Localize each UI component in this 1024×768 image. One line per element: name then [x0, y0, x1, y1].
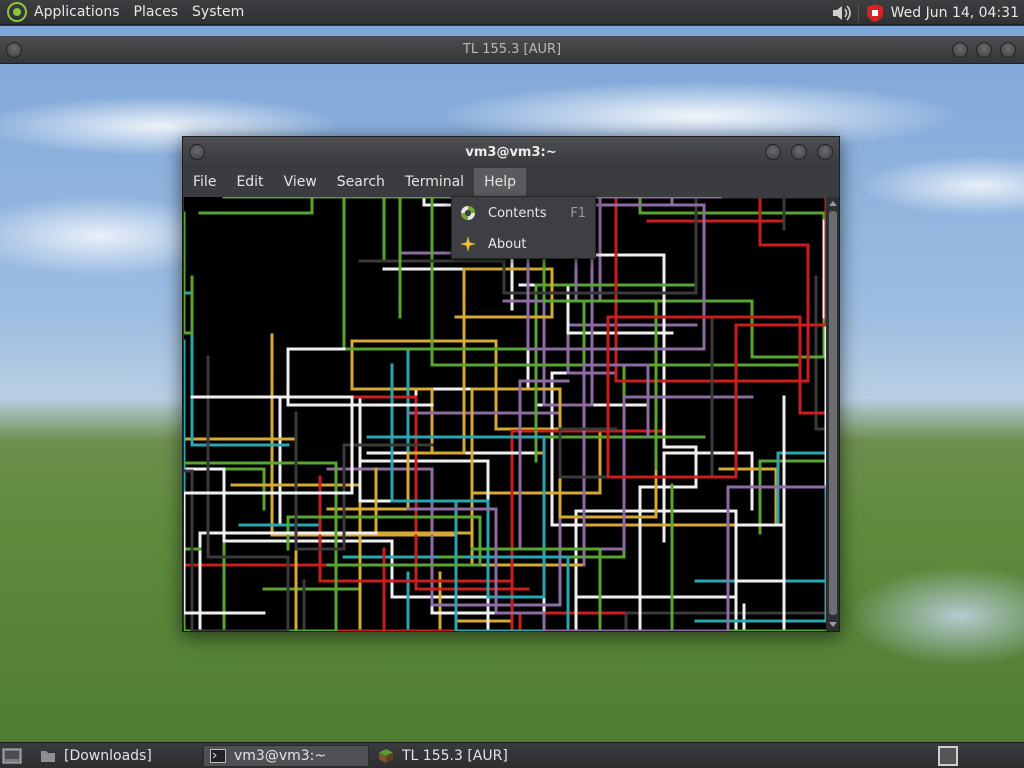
window-menu-button[interactable]	[6, 41, 22, 58]
terminal-icon	[210, 749, 226, 763]
menu-view[interactable]: View	[274, 168, 327, 196]
pipe-segment	[606, 197, 826, 479]
menu-places[interactable]: Places	[134, 4, 179, 20]
terminal-titlebar[interactable]: vm3@vm3:~	[183, 137, 839, 167]
background-window-titlebar[interactable]: TL 155.3 [AUR]	[0, 36, 1024, 64]
window-menu-button[interactable]	[189, 144, 205, 160]
pipe-segment	[294, 411, 434, 551]
pipe-segment	[184, 211, 194, 335]
shortcut-label: F1	[570, 205, 586, 221]
taskbar-item-label: [Downloads]	[64, 748, 152, 764]
minecraft-block-icon	[379, 749, 393, 763]
tray-separator	[857, 3, 859, 22]
close-button[interactable]	[817, 144, 833, 160]
background-window-title: TL 155.3 [AUR]	[462, 42, 562, 57]
taskbar-item-terminal[interactable]: vm3@vm3:~	[203, 745, 369, 767]
maximize-button[interactable]	[976, 41, 992, 58]
pipe-segment	[614, 197, 802, 383]
taskbar-item-label: TL 155.3 [AUR]	[402, 748, 508, 764]
pipe-segment	[662, 451, 754, 543]
pipe-segment	[582, 363, 650, 567]
scroll-up-arrow-icon[interactable]	[829, 201, 837, 206]
menu-applications[interactable]: Applications	[34, 4, 120, 20]
volume-icon[interactable]	[830, 3, 852, 23]
scrollbar-thumb[interactable]	[829, 211, 837, 615]
pipe-segment	[184, 339, 322, 527]
terminal-menubar: File Edit View Search Terminal Help	[183, 167, 839, 197]
help-menu-item-label: Contents	[488, 205, 547, 221]
taskbar-item-tl-launcher[interactable]: TL 155.3 [AUR]	[372, 745, 552, 767]
terminal-scrollbar[interactable]	[827, 197, 839, 631]
close-button[interactable]	[1000, 41, 1016, 58]
pipe-segment	[702, 197, 810, 383]
menu-help[interactable]: Help	[474, 168, 526, 196]
minimize-button[interactable]	[765, 144, 781, 160]
about-star-icon	[459, 235, 477, 253]
show-desktop-icon[interactable]	[2, 747, 22, 765]
bottom-taskbar: [Downloads] vm3@vm3:~ TL 155.3 [AUR]	[0, 742, 1024, 768]
maximize-button[interactable]	[791, 144, 807, 160]
menu-edit[interactable]: Edit	[226, 168, 273, 196]
pipe-segment	[438, 363, 802, 559]
taskbar-item-label: vm3@vm3:~	[234, 748, 327, 764]
scroll-down-arrow-icon[interactable]	[829, 622, 837, 627]
distro-logo-icon[interactable]	[6, 1, 28, 23]
pipe-segment	[574, 523, 786, 631]
workspace-switcher[interactable]	[938, 746, 958, 766]
panel-clock[interactable]: Wed Jun 14, 04:31	[891, 5, 1019, 21]
terminal-output-area[interactable]	[184, 197, 826, 631]
top-panel: Applications Places System Wed Jun 14, 0…	[0, 0, 1024, 25]
folder-icon	[41, 751, 55, 762]
minimize-button[interactable]	[952, 41, 968, 58]
menu-file[interactable]: File	[183, 168, 226, 196]
help-lifebuoy-icon	[459, 204, 477, 222]
pipe-segment	[222, 197, 402, 319]
menu-terminal[interactable]: Terminal	[395, 168, 474, 196]
help-menu-item-label: About	[488, 236, 527, 252]
menu-system[interactable]: System	[192, 4, 244, 20]
terminal-title: vm3@vm3:~	[465, 144, 557, 160]
taskbar-item-downloads[interactable]: [Downloads]	[34, 745, 200, 767]
help-menu-item-about[interactable]: About	[452, 229, 595, 259]
security-shield-icon[interactable]	[865, 3, 885, 23]
menu-search[interactable]: Search	[327, 168, 395, 196]
pipe-segment	[798, 317, 826, 431]
pipes-screensaver-graphic	[184, 197, 826, 631]
system-tray: Wed Jun 14, 04:31	[830, 0, 1024, 25]
pipe-segment	[406, 485, 826, 631]
pipe-segment	[542, 477, 746, 631]
help-menu-item-contents[interactable]: Contents F1	[452, 198, 595, 228]
help-dropdown-menu: Contents F1 About	[451, 196, 596, 259]
